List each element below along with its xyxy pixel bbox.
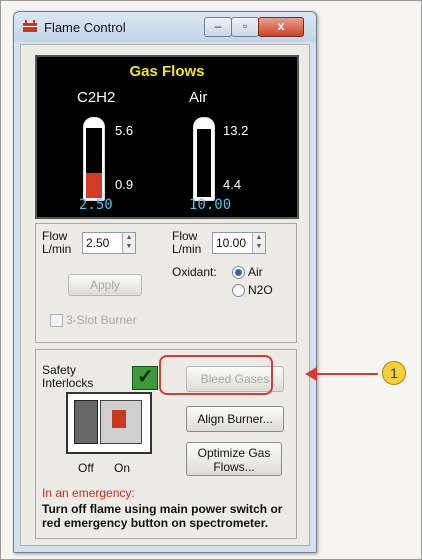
- optimize-gas-flows-line2: Flows...: [213, 460, 255, 474]
- oxidant-flow-stepper[interactable]: 10.00 ▲ ▼: [212, 232, 266, 254]
- air-flow-value: 10.00: [189, 197, 232, 213]
- spin-up-icon[interactable]: ▲: [253, 234, 265, 241]
- switch-off-label: Off: [78, 461, 94, 475]
- oxidant-n2o-radio[interactable]: [232, 284, 245, 297]
- client-area: Gas Flows C2H2 5.6 0.9 2.50 Air 13.2 4.4…: [20, 44, 310, 546]
- c2h2-max-label: 5.6: [115, 123, 134, 138]
- fuel-flow-stepper[interactable]: 2.50 ▲ ▼: [82, 232, 136, 254]
- optimize-gas-flows-button[interactable]: Optimize Gas Flows...: [186, 442, 282, 476]
- oxidant-flow-label-line2: L/min: [172, 242, 202, 256]
- callout-number-badge: 1: [382, 361, 406, 385]
- maximize-button[interactable]: ▫: [231, 17, 259, 37]
- flame-on-off-switch[interactable]: [66, 392, 152, 454]
- oxidant-n2o-label: N2O: [248, 283, 273, 297]
- check-icon: ✓: [137, 366, 154, 388]
- page: Flame Control – ▫ x Gas Flows C2H2 5.6 0…: [0, 0, 422, 560]
- c2h2-flow-gauge: [83, 117, 105, 201]
- title-bar: Flame Control – ▫ x: [14, 12, 316, 42]
- switch-on-label: On: [114, 461, 131, 475]
- minimize-button[interactable]: –: [204, 17, 232, 37]
- c2h2-flow-value: 2.50: [79, 197, 113, 213]
- spin-up-icon[interactable]: ▲: [123, 234, 135, 241]
- fuel-flow-label-line2: L/min: [42, 242, 72, 256]
- flame-control-window: Flame Control – ▫ x Gas Flows C2H2 5.6 0…: [13, 11, 317, 553]
- fuel-flow-label: Flow L/min: [42, 230, 71, 256]
- oxidant-flow-label: Flow L/min: [172, 230, 201, 256]
- flow-settings-panel: Flow L/min 2.50 ▲ ▼ Flow L/min 10.00 ▲ ▼…: [35, 223, 297, 343]
- fuel-flow-input[interactable]: 2.50: [86, 236, 109, 250]
- gas-flows-display: Gas Flows C2H2 5.6 0.9 2.50 Air 13.2 4.4…: [35, 55, 299, 219]
- align-burner-highlight: [159, 355, 273, 395]
- callout-arrow-line: [314, 373, 378, 375]
- emergency-heading: In an emergency:: [42, 486, 135, 500]
- c2h2-min-label: 0.9: [115, 177, 134, 192]
- optimize-gas-flows-line1: Optimize Gas: [197, 446, 271, 460]
- oxidant-label: Oxidant:: [172, 265, 217, 279]
- air-label: Air: [189, 89, 208, 106]
- oxidant-air-label: Air: [248, 265, 263, 279]
- spin-down-icon[interactable]: ▼: [253, 243, 265, 250]
- interlock-status-indicator: ✓: [132, 366, 158, 390]
- three-slot-burner-label: 3-Slot Burner: [66, 313, 137, 327]
- air-flow-gauge: [193, 117, 215, 201]
- flame-control-app-icon: [23, 20, 37, 32]
- spin-down-icon[interactable]: ▼: [123, 243, 135, 250]
- emergency-instructions: Turn off flame using main power switch o…: [42, 502, 283, 530]
- air-gauge-track: [196, 128, 212, 198]
- gas-flows-title: Gas Flows: [129, 63, 205, 80]
- air-min-label: 4.4: [223, 177, 242, 192]
- c2h2-gauge-fill: [86, 173, 102, 198]
- flame-switch-icon: [112, 410, 126, 428]
- safety-interlocks-label-line2: Interlocks: [42, 376, 94, 390]
- window-title: Flame Control: [44, 20, 126, 35]
- c2h2-label: C2H2: [77, 89, 116, 106]
- maximize-icon: ▫: [242, 19, 248, 33]
- align-burner-button[interactable]: Align Burner...: [186, 406, 284, 432]
- apply-button[interactable]: Apply: [68, 274, 142, 296]
- fuel-flow-spin-arrows[interactable]: ▲ ▼: [122, 233, 135, 253]
- close-icon: x: [277, 19, 285, 33]
- oxidant-air-radio[interactable]: [232, 266, 245, 279]
- air-max-label: 13.2: [223, 123, 249, 138]
- switch-off-side: [74, 400, 98, 444]
- three-slot-burner-checkbox[interactable]: [50, 314, 63, 327]
- minimize-icon: –: [214, 19, 222, 33]
- oxidant-flow-spin-arrows[interactable]: ▲ ▼: [252, 233, 265, 253]
- close-button[interactable]: x: [258, 17, 304, 37]
- safety-interlocks-label: Safety Interlocks: [42, 364, 93, 390]
- oxidant-flow-input[interactable]: 10.00: [216, 236, 246, 250]
